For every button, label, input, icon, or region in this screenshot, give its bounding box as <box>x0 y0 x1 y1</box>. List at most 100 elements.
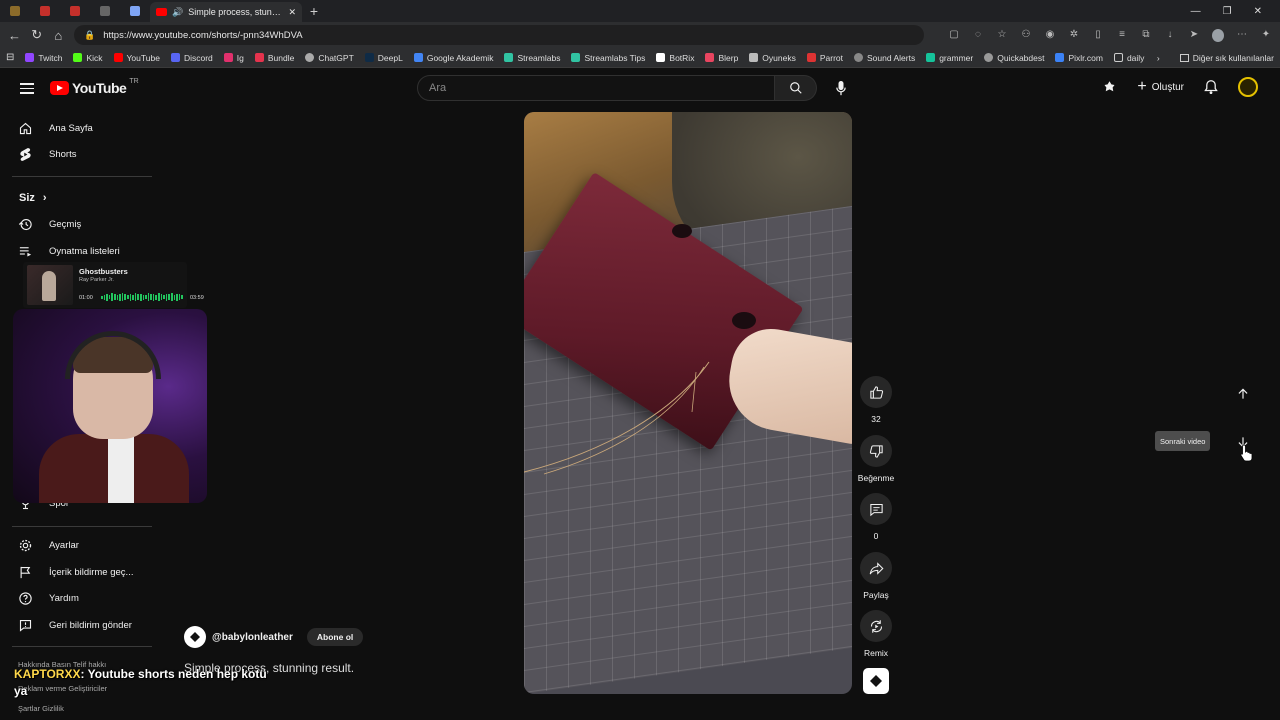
bookmark-grammer[interactable]: grammer <box>926 53 973 63</box>
back-icon[interactable]: ← <box>8 28 21 43</box>
extension-icon[interactable]: ◉ <box>1044 29 1056 42</box>
sidebar-item-help[interactable]: Yardım <box>18 591 79 606</box>
close-window-icon[interactable]: ✕ <box>1254 6 1262 17</box>
other-bookmarks[interactable]: › Diğer sık kullanılanlar <box>1157 53 1274 63</box>
bookmark-pixlr[interactable]: Pixlr.com <box>1055 53 1103 63</box>
refresh-icon[interactable]: ↻ <box>31 27 43 43</box>
pinned-tab[interactable] <box>0 0 30 22</box>
url-field[interactable]: 🔒 https://www.youtube.com/shorts/-pnn34W… <box>74 25 924 45</box>
bookmark-botrix[interactable]: BotRix <box>656 53 694 63</box>
microphone-icon <box>836 80 846 95</box>
bookmark-oyuneks[interactable]: Oyuneks <box>749 53 796 63</box>
track-artist: Ray Parker Jr. <box>79 277 114 283</box>
favorite-star-icon[interactable]: ☆ <box>996 29 1008 42</box>
sidebar-item-home[interactable]: Ana Sayfa <box>18 121 93 136</box>
account-avatar[interactable] <box>1238 77 1258 97</box>
bookmark-youtube[interactable]: YouTube <box>113 53 160 63</box>
footer-links[interactable]: Şartlar Gizlilik <box>18 704 64 713</box>
dislike-button[interactable]: Beğenme <box>856 435 896 483</box>
channel-avatar[interactable] <box>184 626 206 648</box>
speaker-icon[interactable]: 🔊 <box>172 7 183 18</box>
comments-button[interactable]: 0 <box>856 493 896 541</box>
youtube-logo[interactable]: YouTube TR <box>50 78 139 96</box>
headphones <box>65 331 161 379</box>
channel-handle[interactable]: @babylonleather <box>212 632 293 643</box>
bookmark-bundle[interactable]: Bundle <box>254 53 294 63</box>
search-button[interactable] <box>775 75 817 101</box>
pinned-tab[interactable] <box>120 0 150 22</box>
kick-icon <box>73 53 83 62</box>
extension-icon[interactable]: ⚇ <box>1020 29 1032 42</box>
extension-icon[interactable]: ✲ <box>1068 29 1080 42</box>
search-input[interactable]: Ara <box>417 75 775 101</box>
visualizer-bar <box>119 293 121 301</box>
pinned-tab[interactable] <box>30 0 60 22</box>
share-button[interactable]: Paylaş <box>856 552 896 600</box>
profile-icon[interactable] <box>1212 28 1224 42</box>
sidebar-you-section[interactable]: Siz › <box>19 192 47 204</box>
bookmark-deepl[interactable]: DeepL <box>364 53 403 63</box>
bookmark-streamlabs-tips[interactable]: Streamlabs Tips <box>571 53 645 63</box>
bookmark-quickabdest[interactable]: Quickabdest <box>984 53 1044 63</box>
bookmark-chatgpt[interactable]: ChatGPT <box>305 53 354 63</box>
bookmark-google-akademik[interactable]: Google Akademik <box>413 53 493 63</box>
bookmark-kick[interactable]: Kick <box>73 53 103 63</box>
previous-video-button[interactable] <box>1227 378 1259 410</box>
sidebar-item-settings[interactable]: Ayarlar <box>18 538 79 553</box>
youtube-studio-icon[interactable] <box>1102 80 1117 95</box>
new-tab-button[interactable]: + <box>302 3 326 19</box>
streamlabs-icon <box>571 53 581 62</box>
share-label: Paylaş <box>863 590 889 600</box>
playlists-icon <box>19 247 32 257</box>
close-tab-icon[interactable]: ✕ <box>288 7 296 18</box>
bookmark-streamlabs[interactable]: Streamlabs <box>504 53 560 63</box>
bookmark-blerp[interactable]: Blerp <box>705 53 738 63</box>
sidebar-item-feedback[interactable]: Geri bildirim gönder <box>18 618 132 633</box>
downloads-icon[interactable]: ↓ <box>1164 29 1176 42</box>
notifications-bell-icon[interactable] <box>1204 79 1218 95</box>
sidebar-item-report-history[interactable]: İçerik bildirme geç... <box>18 565 133 580</box>
deepl-icon <box>364 53 374 62</box>
favorites-icon[interactable]: ≡ <box>1116 29 1128 42</box>
menu-dots-icon[interactable]: ⋯ <box>1236 29 1248 42</box>
grammar-icon <box>926 53 936 62</box>
hand-cursor-icon <box>1240 444 1253 462</box>
remix-button[interactable]: Remix <box>856 610 896 658</box>
home-icon[interactable]: ⌂ <box>53 28 65 43</box>
bookmark-twitch[interactable]: Twitch <box>25 53 62 63</box>
like-button[interactable]: 32 <box>856 376 896 424</box>
bookmark-parrot[interactable]: Parrot <box>806 53 843 63</box>
parrot-icon <box>806 53 816 62</box>
sidebar-item-playlists[interactable]: Oynatma listeleri <box>18 244 120 259</box>
chat-message-text: : Youtube shorts neden hep kotü <box>80 667 267 681</box>
active-tab[interactable]: 🔊 Simple process, stunning re ✕ <box>150 2 302 22</box>
shorts-video-player[interactable] <box>524 112 852 694</box>
extension-icon[interactable]: ▢ <box>948 29 960 42</box>
voice-search-button[interactable] <box>828 75 854 101</box>
minimize-icon[interactable]: — <box>1191 6 1201 17</box>
sidebar-item-shorts[interactable]: Shorts <box>18 147 76 162</box>
copilot-icon[interactable]: ✦ <box>1260 29 1272 42</box>
plus-icon: + <box>1137 78 1147 95</box>
collections-icon[interactable]: ⧉ <box>1140 29 1152 42</box>
split-screen-icon[interactable]: ▯ <box>1092 29 1104 42</box>
bookmark-daily[interactable]: daily <box>1113 53 1144 63</box>
extension-icon[interactable]: ◌ <box>972 29 984 42</box>
like-count: 32 <box>871 414 881 424</box>
pinned-tab[interactable] <box>90 0 120 22</box>
sound-channel-avatar[interactable] <box>863 668 889 694</box>
site-info-icon[interactable]: 🔒 <box>84 30 95 41</box>
sidebar-item-history[interactable]: Geçmiş <box>18 217 81 232</box>
bookmark-ig[interactable]: Ig <box>223 53 244 63</box>
share-icon[interactable]: ➤ <box>1188 29 1200 42</box>
bookmark-sound-alerts[interactable]: Sound Alerts <box>854 53 915 63</box>
chat-message-text: ya <box>14 684 28 699</box>
pinned-tab[interactable] <box>60 0 90 22</box>
menu-icon[interactable] <box>20 83 34 94</box>
create-button[interactable]: + Oluştur <box>1137 79 1184 95</box>
bookmark-discord[interactable]: Discord <box>170 53 213 63</box>
maximize-icon[interactable]: ❐ <box>1223 6 1232 17</box>
subscribe-button[interactable]: Abone ol <box>306 628 364 646</box>
thumbs-down-icon <box>869 444 883 458</box>
chevron-right-icon[interactable]: › <box>1157 53 1160 63</box>
